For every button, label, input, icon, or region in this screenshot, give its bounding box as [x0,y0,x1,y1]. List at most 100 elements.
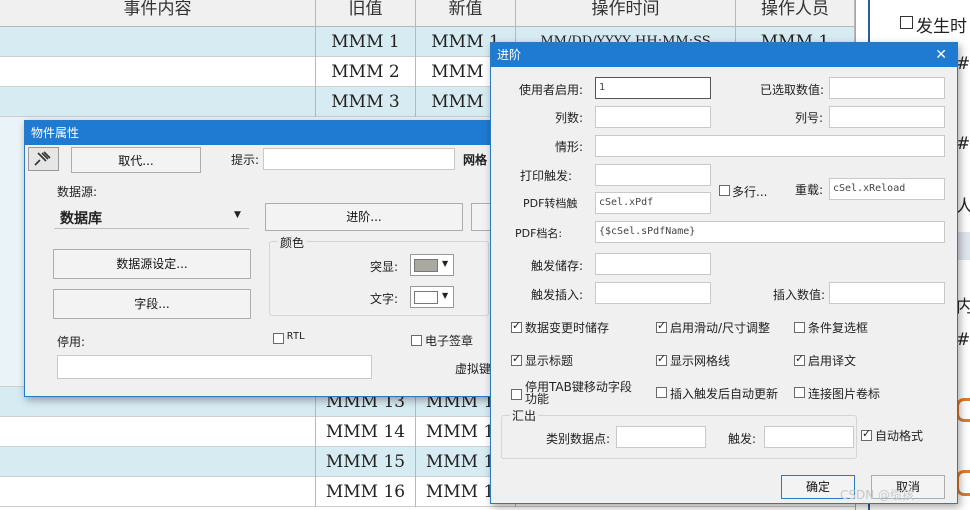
auto-format-checkbox[interactable] [861,427,872,441]
advanced-button[interactable]: 进阶... [265,203,463,231]
highlight-label: 突显: [370,260,399,274]
grid-header-user[interactable]: 操作人员 [736,0,855,27]
rtl-label: RTL [287,331,306,342]
situation-label: 情形: [555,140,584,154]
button-label: 字段... [134,297,170,311]
pin-button[interactable] [28,147,59,171]
chevron-down-icon: ▼ [234,210,241,220]
enable-translation-label: 启用译文 [808,354,857,368]
auto-update-after-insert-checkbox[interactable] [656,387,667,398]
grid-header-event[interactable]: 事件内容 [0,0,316,27]
orange-widget-icon [956,470,970,496]
auto-update-after-insert-label: 插入触发后自动更新 [670,387,779,401]
button-label: 取代... [118,154,154,168]
button-label: 进阶... [346,210,382,224]
properties-titlebar[interactable]: 物件属性 [25,121,543,145]
show-title-label: 显示标题 [525,354,574,368]
fragment-text: # [956,54,970,74]
export-trigger-input[interactable] [764,426,854,448]
grid-header-label: 新值 [448,0,483,19]
show-title-checkbox[interactable] [511,352,522,366]
reload-label: 重载: [795,183,824,197]
disable-tab-move-label: 停用TAB键移动字段功能 [525,380,632,406]
color-group: 颜色 突显: ▼ 文字: ▼ [269,234,489,316]
datasource-value: 数据库 [60,211,102,227]
hint-label: 提示: [231,153,260,167]
orange-widget-icon [956,398,970,422]
cell-old: MMM 15 [316,447,416,477]
column-number-label: 列号: [795,111,824,125]
print-trigger-input[interactable] [595,164,711,186]
text-color-label: 文字: [370,292,399,306]
show-gridlines-checkbox[interactable] [656,352,667,366]
highlight-color-picker[interactable]: ▼ [410,254,454,276]
condition-checkbox-checkbox[interactable] [794,322,805,333]
export-trigger-label: 触发: [728,432,757,446]
trigger-save-label: 触发储存: [531,259,584,273]
grid-header-time[interactable]: 操作时间 [516,0,736,27]
link-image-label-label: 连接图片卷标 [808,387,881,401]
pdf-convert-input[interactable]: cSel.xPdf [595,192,711,214]
chevron-down-icon: ▼ [442,259,449,268]
advanced-titlebar[interactable]: 进阶 ✕ [491,43,957,67]
button-label: 数据源设定... [116,257,188,271]
disable-tab-move-checkbox[interactable] [511,389,522,400]
group-title: 颜色 [278,234,307,251]
grid-header-label: 旧值 [348,0,383,19]
disable-label: 停用: [57,335,86,349]
close-icon[interactable]: ✕ [935,43,947,67]
selected-value-label: 已选取数值: [760,83,825,97]
enable-scroll-resize-checkbox[interactable] [656,319,667,333]
enable-translation-checkbox[interactable] [794,352,805,366]
window-title: 进阶 [497,48,522,62]
esign-checkbox[interactable] [411,335,422,346]
link-image-label-checkbox[interactable] [794,387,805,398]
button-label: 确定 [805,480,830,494]
user-enable-input[interactable]: 1 [595,77,711,99]
auto-format-label: 自动格式 [875,429,924,443]
pdf-name-input[interactable]: {$cSel.sPdfName} [595,221,945,243]
disable-input[interactable] [57,355,372,379]
reload-input[interactable]: cSel.xReload [829,178,945,200]
columns-label: 列数: [555,111,584,125]
trigger-save-input[interactable] [595,253,711,275]
object-properties-window: 物件属性 取代... 提示: 网格 数据源: 数据库 ▼ 进阶... 颜色 突显… [24,120,544,397]
datasource-label: 数据源: [57,185,98,199]
insert-value-input[interactable] [829,282,945,304]
category-input[interactable] [616,426,706,448]
save-on-change-checkbox[interactable] [511,319,522,333]
trigger-insert-input[interactable] [595,282,711,304]
group-title: 汇出 [510,407,539,424]
grid-header-label: 操作人员 [761,0,829,19]
trigger-insert-label: 触发插入: [531,288,584,302]
condition-checkbox-label: 条件复选框 [808,321,869,335]
situation-input[interactable] [595,135,945,157]
occurrence-label: 发生时 [916,17,967,37]
hint-input[interactable] [263,148,455,170]
grid-header-new[interactable]: 新值 [416,0,516,27]
occurrence-checkbox[interactable] [900,16,913,29]
fields-button[interactable]: 字段... [53,289,251,319]
datasource-select[interactable]: 数据库 ▼ [54,205,249,229]
columns-input[interactable] [595,106,711,128]
datasource-setup-button[interactable]: 数据源设定... [53,249,251,279]
selected-value-input[interactable] [829,77,945,99]
grid-header-label: 事件内容 [123,0,192,19]
window-title: 物件属性 [31,126,80,140]
insert-value-label: 插入数值: [773,288,826,302]
save-on-change-label: 数据变更时储存 [525,321,610,335]
replace-button[interactable]: 取代... [71,147,201,173]
cell-old: MMM 3 [316,87,416,117]
cell-old: MMM 14 [316,417,416,447]
grid-header-old[interactable]: 旧值 [316,0,416,27]
cell-old: MMM 1 [316,27,416,57]
text-color-picker[interactable]: ▼ [410,286,454,308]
rtl-checkbox[interactable] [273,333,284,344]
show-gridlines-label: 显示网格线 [670,354,731,368]
multi-line-checkbox[interactable] [719,185,730,196]
export-group: 汇出 类别数据点: 触发: [501,407,857,459]
pin-icon [34,151,51,166]
watermark-text: CSDN @缆孩 [840,488,915,502]
color-swatch [414,259,438,272]
column-number-input[interactable] [829,106,945,128]
